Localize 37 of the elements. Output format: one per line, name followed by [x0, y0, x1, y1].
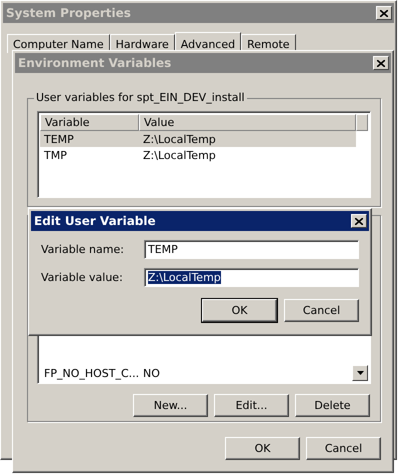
variable-value-cell-text: Z:\LocalTemp: [142, 148, 216, 162]
column-header-filler: [356, 114, 368, 131]
dialog-button[interactable]: Delete: [295, 394, 370, 417]
window-title: Environment Variables: [18, 56, 172, 70]
window-title: Edit User Variable: [34, 214, 156, 228]
dialog-button[interactable]: Cancel: [306, 437, 381, 460]
field-value: TEMP: [148, 243, 178, 256]
close-icon: [380, 10, 388, 16]
variable-row[interactable]: TEMP Z:\LocalTemp: [40, 131, 356, 147]
dialog-button[interactable]: Cancel: [284, 299, 359, 322]
text-field[interactable]: Z:\LocalTemp: [144, 268, 359, 287]
group-label: User variables for spt_EIN_DEV_install: [34, 91, 247, 104]
column-header[interactable]: Value: [139, 114, 356, 131]
field-label: Variable name:: [41, 243, 125, 256]
variable-row[interactable]: TMP Z:\LocalTemp: [40, 147, 356, 163]
window-title: System Properties: [6, 6, 131, 20]
dialog-button[interactable]: OK: [225, 437, 300, 460]
dialog-button[interactable]: OK: [202, 299, 277, 322]
close-button[interactable]: [376, 6, 392, 20]
column-header[interactable]: Variable: [40, 114, 139, 131]
down-triangle-icon: [356, 371, 364, 375]
variable-value-cell-text: Z:\LocalTemp: [142, 132, 216, 146]
close-icon: [377, 60, 385, 66]
field-value: Z:\LocalTemp: [148, 271, 221, 284]
variable-name-cell-text: TMP: [43, 148, 68, 162]
scroll-down-button[interactable]: [352, 365, 368, 381]
variable-value-cell-text: NO: [142, 366, 160, 380]
text-field[interactable]: TEMP: [144, 240, 359, 259]
close-button[interactable]: [351, 214, 367, 228]
dialog-button[interactable]: Edit...: [214, 394, 289, 417]
close-icon: [355, 218, 363, 224]
field-label: Variable value:: [41, 271, 124, 284]
close-button[interactable]: [373, 56, 389, 70]
dialog-button[interactable]: New...: [133, 394, 208, 417]
variable-name-cell-text: TEMP: [43, 132, 75, 146]
variable-row[interactable]: FP_NO_HOST_C... NO: [40, 365, 356, 381]
variable-name-cell-text: FP_NO_HOST_C...: [43, 366, 139, 380]
